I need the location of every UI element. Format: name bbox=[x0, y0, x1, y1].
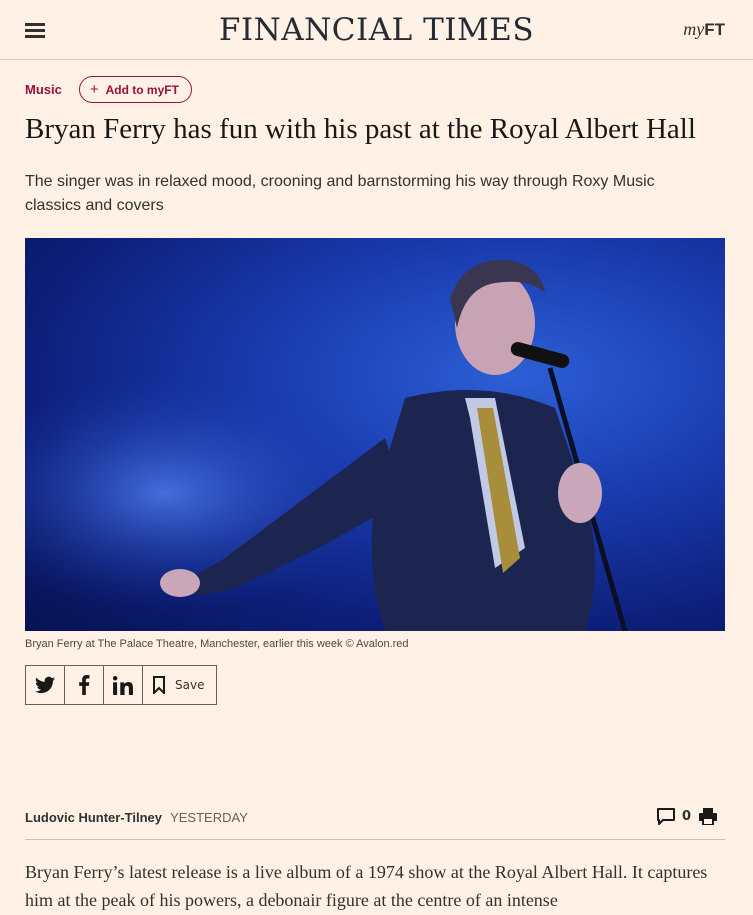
linkedin-share-button[interactable] bbox=[104, 666, 143, 704]
author-link[interactable]: Ludovic Hunter-Tilney bbox=[25, 810, 162, 825]
print-icon[interactable] bbox=[699, 808, 717, 825]
masthead-logo[interactable]: FINANCIAL TIMES bbox=[0, 12, 753, 48]
image-caption: Bryan Ferry at The Palace Theatre, Manch… bbox=[25, 638, 409, 650]
plus-icon: + bbox=[89, 81, 99, 98]
save-button[interactable]: Save bbox=[143, 666, 216, 704]
timestamp: YESTERDAY bbox=[170, 810, 248, 825]
myft-link[interactable]: myFT bbox=[683, 19, 725, 40]
comment-count[interactable]: 0 bbox=[682, 809, 691, 824]
comment-icon[interactable] bbox=[656, 808, 675, 825]
site-header: FINANCIAL TIMES myFT bbox=[0, 0, 753, 60]
article-tools: 0 bbox=[656, 808, 717, 825]
topic-link[interactable]: Music bbox=[25, 82, 62, 97]
hero-image bbox=[25, 238, 725, 631]
myft-ft-text: FT bbox=[704, 20, 725, 39]
share-bar: Save bbox=[25, 665, 218, 705]
article-standfirst: The singer was in relaxed mood, crooning… bbox=[25, 173, 655, 214]
add-to-myft-label: Add to myFT bbox=[105, 82, 179, 97]
byline-row: Ludovic Hunter-Tilney YESTERDAY 0 bbox=[25, 806, 725, 840]
bookmark-icon bbox=[153, 676, 165, 694]
article-title: Bryan Ferry has fun with his past at the… bbox=[25, 113, 696, 145]
facebook-icon bbox=[79, 675, 90, 695]
facebook-share-button[interactable] bbox=[65, 666, 104, 704]
twitter-share-button[interactable] bbox=[26, 666, 65, 704]
article-body: Bryan Ferry’s latest release is a live a… bbox=[25, 862, 708, 910]
byline: Ludovic Hunter-Tilney YESTERDAY bbox=[25, 807, 248, 826]
linkedin-icon bbox=[113, 675, 133, 695]
twitter-icon bbox=[35, 676, 55, 694]
singer-photo bbox=[25, 238, 725, 631]
topic-row: Music + Add to myFT bbox=[25, 76, 192, 103]
add-to-myft-button[interactable]: + Add to myFT bbox=[78, 76, 192, 103]
save-label: Save bbox=[175, 678, 205, 692]
myft-my-text: my bbox=[683, 19, 705, 39]
